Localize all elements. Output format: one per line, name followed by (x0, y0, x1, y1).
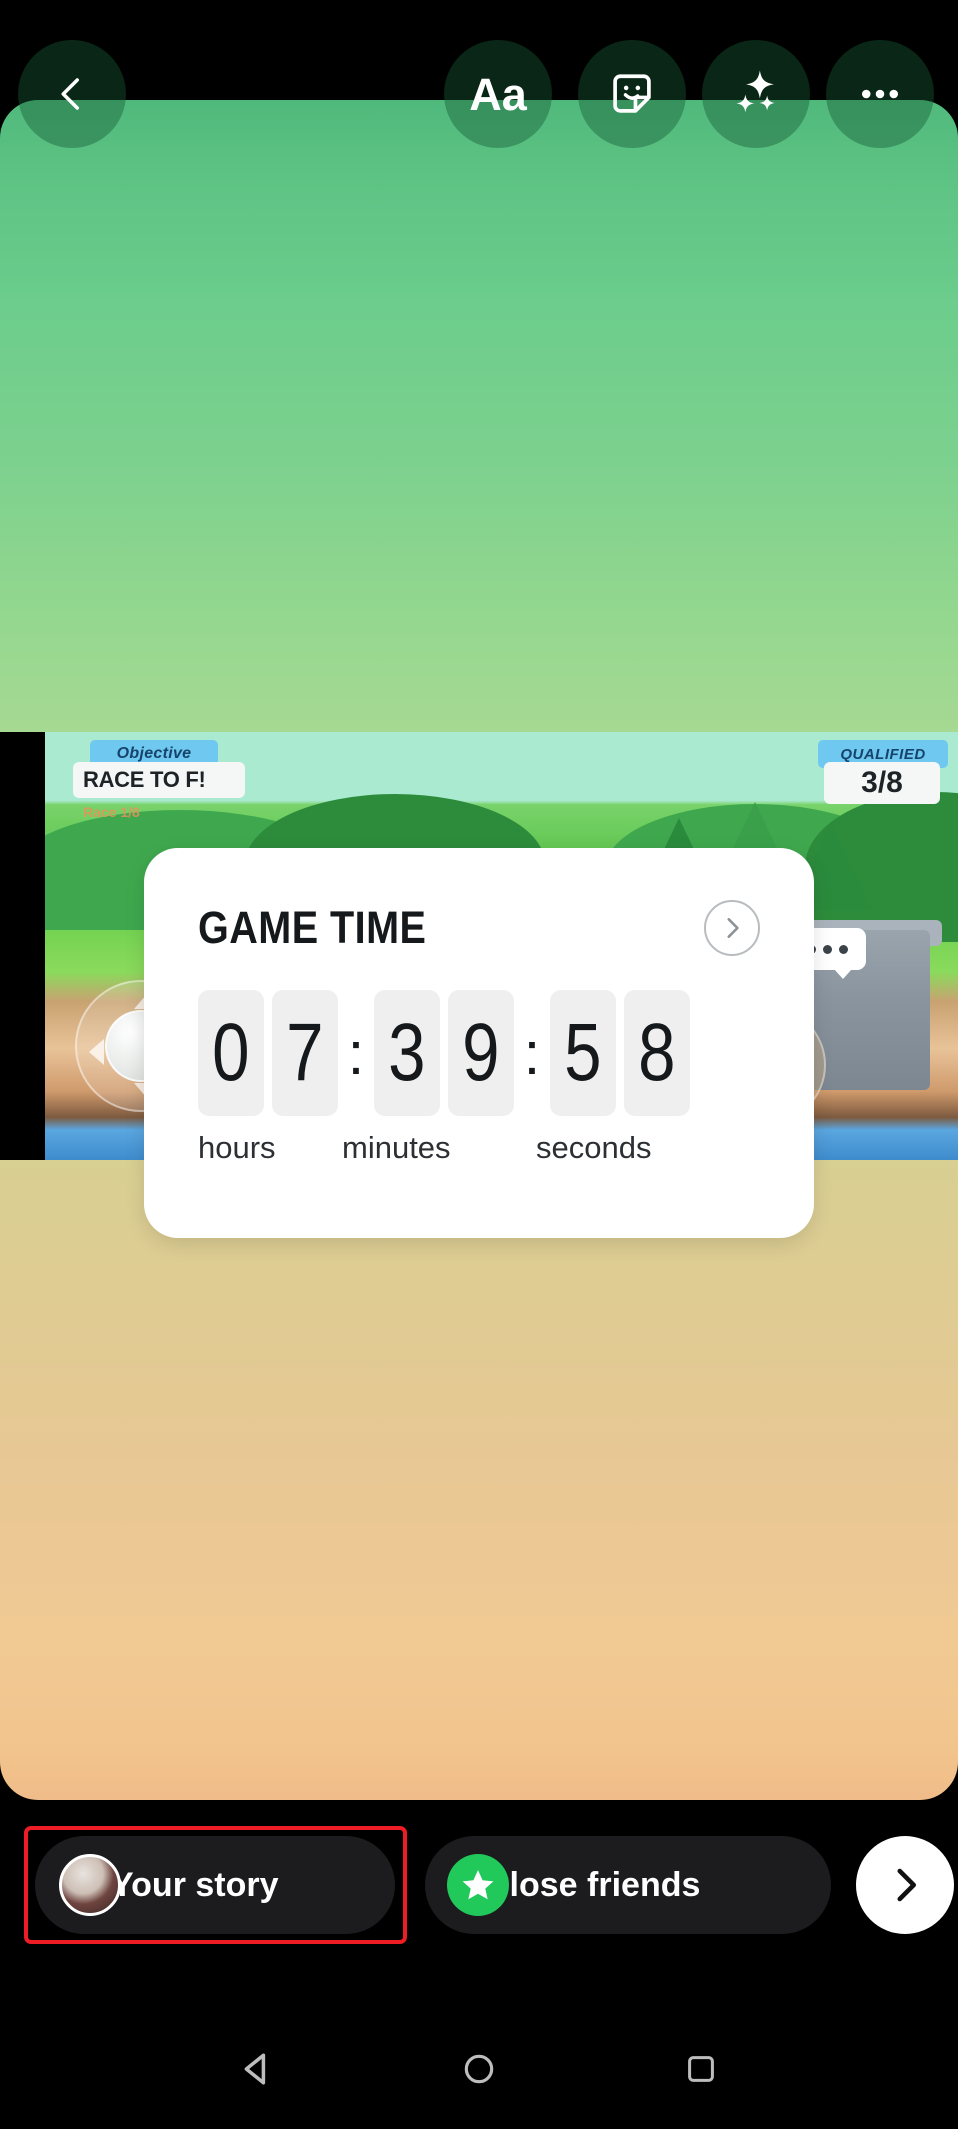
digit-value: 7 (286, 1007, 324, 1098)
label-seconds: seconds (536, 1130, 652, 1165)
qualified-count: 3/8 (861, 766, 903, 799)
sticker-button[interactable] (578, 40, 686, 148)
countdown-seconds-group: 5 8 (550, 990, 690, 1116)
objective-panel: RACE TO F! (73, 762, 245, 798)
text-tool-icon: Aa (469, 68, 527, 120)
phone-screen: Objective RACE TO F! Race 1/8 QUALIFIED … (0, 0, 958, 2129)
story-canvas[interactable]: Objective RACE TO F! Race 1/8 QUALIFIED … (0, 100, 958, 1800)
digit-cell: 5 (550, 990, 616, 1116)
chevron-left-icon (61, 78, 79, 110)
objective-subtext: Race 1/8 (83, 804, 140, 820)
label-minutes: minutes (342, 1130, 451, 1165)
digit-cell: 0 (198, 990, 264, 1116)
close-friends-label: Close friends (485, 1865, 701, 1904)
qualified-panel: 3/8 (824, 762, 940, 804)
countdown-minutes-group: 3 9 (374, 990, 514, 1116)
countdown-title: GAME TIME (198, 902, 427, 953)
close-friends-button[interactable]: Close friends (425, 1836, 831, 1934)
circle-home-icon (464, 2054, 494, 2084)
chevron-right-icon (897, 1868, 917, 1902)
sparkles-icon (736, 70, 775, 113)
star-glyph (462, 1870, 494, 1900)
digit-value: 5 (564, 1007, 602, 1098)
countdown-unit-labels: hours minutes seconds (198, 1130, 760, 1166)
chevron-right-icon (727, 918, 739, 938)
android-navigation-bar (0, 2008, 958, 2129)
digit-cell: 8 (624, 990, 690, 1116)
qualified-tag-label: QUALIFIED (840, 745, 926, 763)
text-tool-button[interactable]: Aa (444, 40, 552, 148)
countdown-next-button[interactable] (704, 900, 760, 956)
label-hours: hours (198, 1130, 276, 1165)
objective-tag-label: Objective (116, 745, 192, 762)
effects-button[interactable] (702, 40, 810, 148)
green-star-icon (447, 1854, 509, 1916)
digit-cell: 9 (448, 990, 514, 1116)
countdown-sticker[interactable]: GAME TIME 0 7 : 3 9 : 5 8 hours minutes … (144, 848, 814, 1238)
avatar (59, 1854, 121, 1916)
story-editor-toolbar: Aa (0, 40, 958, 150)
share-action-bar: Your story Close friends (0, 1826, 958, 1944)
digit-value: 3 (388, 1007, 426, 1098)
back-button[interactable] (18, 40, 126, 148)
countdown-hours-group: 0 7 (198, 990, 338, 1116)
square-recents-icon (688, 2056, 714, 2082)
three-dots-icon (861, 89, 899, 99)
countdown-header: GAME TIME (198, 900, 760, 956)
digit-separator: : (523, 1019, 541, 1087)
more-options-button[interactable] (826, 40, 934, 148)
sticker-smiley-icon (613, 74, 651, 113)
digit-value: 9 (462, 1007, 500, 1098)
objective-text: RACE TO F! (83, 767, 206, 792)
nav-back-button[interactable] (228, 2040, 286, 2098)
digit-value: 8 (638, 1007, 676, 1098)
digit-cell: 7 (272, 990, 338, 1116)
digit-value: 0 (212, 1007, 250, 1098)
send-button[interactable] (856, 1836, 954, 1934)
your-story-label: Your story (111, 1865, 279, 1904)
nav-home-button[interactable] (450, 2040, 508, 2098)
digit-cell: 3 (374, 990, 440, 1116)
your-story-button[interactable]: Your story (35, 1836, 395, 1934)
triangle-back-icon (244, 2053, 266, 2085)
countdown-digits: 0 7 : 3 9 : 5 8 (198, 990, 760, 1116)
nav-recents-button[interactable] (672, 2040, 730, 2098)
digit-separator: : (347, 1019, 365, 1087)
